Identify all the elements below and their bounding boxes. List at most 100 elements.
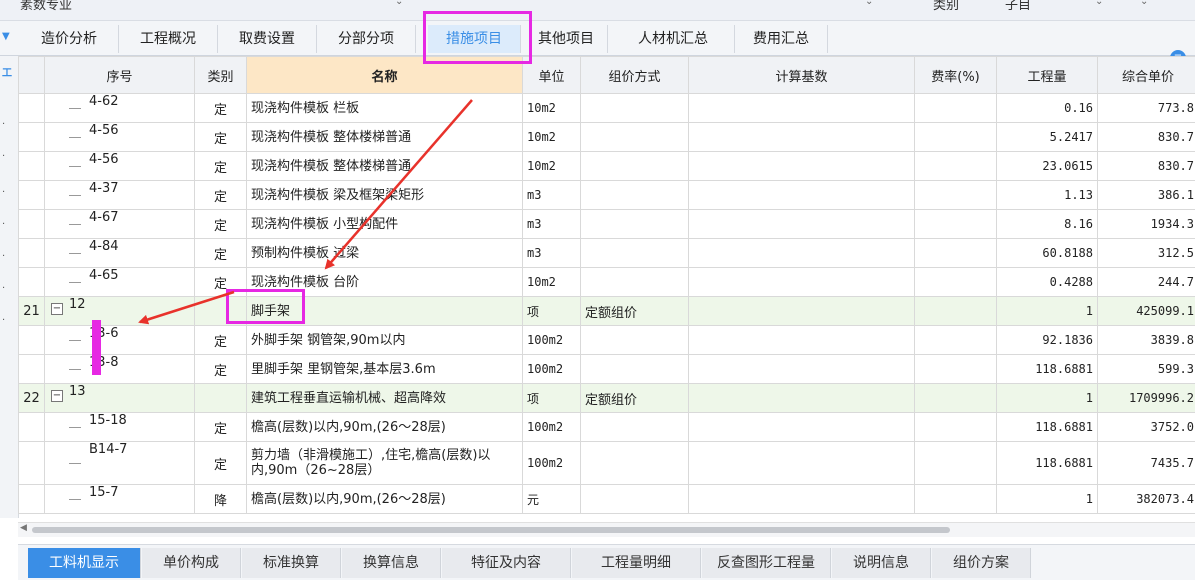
cell-unit[interactable]: 100m2 [523, 355, 581, 384]
cell-category[interactable]: 定 [195, 326, 247, 355]
cell-pricing-method[interactable] [581, 485, 689, 514]
cell-calc-base[interactable] [689, 152, 915, 181]
header-pricing-method[interactable]: 组价方式 [581, 57, 689, 94]
cell-rate[interactable] [915, 355, 997, 384]
cell-name[interactable]: 现浇构件模板 整体楼梯普通 [247, 123, 523, 152]
cell-name[interactable]: 现浇构件模板 栏板 [247, 94, 523, 123]
cell-quantity[interactable]: 60.8188 [997, 239, 1098, 268]
cell-unit[interactable]: 10m2 [523, 123, 581, 152]
table-row[interactable]: 4-65定现浇构件模板 台阶10m20.4288244.7 [19, 268, 1195, 297]
cell-rate[interactable] [915, 94, 997, 123]
cell-quantity[interactable]: 0.16 [997, 94, 1098, 123]
cell-calc-base[interactable] [689, 181, 915, 210]
cell-name[interactable]: 檐高(层数)以内,90m,(26～28层) [247, 485, 523, 514]
tab-other-items[interactable]: 其他项目 [525, 25, 608, 53]
cell-category[interactable]: 定 [195, 94, 247, 123]
cell-sequence[interactable]: −12 [45, 297, 195, 326]
cell-calc-base[interactable] [689, 268, 915, 297]
cell-quantity[interactable]: 8.16 [997, 210, 1098, 239]
tab-project-overview[interactable]: 工程概况 [119, 25, 218, 53]
table-row[interactable]: 15-7降檐高(层数)以内,90m,(26～28层)元1382073.4 [19, 485, 1195, 514]
table-row[interactable]: 15-18定檐高(层数)以内,90m,(26～28层)100m2118.6881… [19, 413, 1195, 442]
collapse-toggle-icon[interactable]: − [51, 303, 63, 315]
cell-unit-price[interactable]: 3752.0 [1098, 413, 1195, 442]
cell-unit[interactable]: 10m2 [523, 94, 581, 123]
cell-row-index[interactable] [19, 94, 45, 123]
cell-sequence[interactable]: 4-56 [45, 152, 195, 181]
table-row[interactable]: 4-67定现浇构件模板 小型构配件m38.161934.3 [19, 210, 1195, 239]
cell-row-index[interactable] [19, 485, 45, 514]
btab-standard-conversion[interactable]: 标准换算 [242, 548, 341, 578]
cell-calc-base[interactable] [689, 239, 915, 268]
cell-quantity[interactable]: 1.13 [997, 181, 1098, 210]
cell-quantity[interactable]: 1 [997, 485, 1098, 514]
cell-category[interactable]: 定 [195, 152, 247, 181]
cell-rate[interactable] [915, 326, 997, 355]
cell-calc-base[interactable] [689, 210, 915, 239]
cell-unit[interactable]: m3 [523, 210, 581, 239]
cell-unit[interactable]: 项 [523, 297, 581, 326]
btab-description-info[interactable]: 说明信息 [832, 548, 931, 578]
cell-category[interactable] [195, 384, 247, 413]
cell-pricing-method[interactable] [581, 181, 689, 210]
table-row[interactable]: 4-56定现浇构件模板 整体楼梯普通10m223.0615830.7 [19, 152, 1195, 181]
cell-quantity[interactable]: 1 [997, 384, 1098, 413]
cell-category[interactable]: 定 [195, 181, 247, 210]
toolbar-subitem-label[interactable]: 子目 [1005, 0, 1031, 13]
tab-cost-summary[interactable]: 费用汇总 [735, 25, 828, 53]
cell-pricing-method[interactable]: 定额组价 [581, 297, 689, 326]
table-group-row[interactable]: 22−13建筑工程垂直运输机械、超高降效项定额组价11709996.2 [19, 384, 1195, 413]
cell-name[interactable]: 里脚手架 里钢管架,基本层3.6m [247, 355, 523, 384]
cell-quantity[interactable]: 118.6881 [997, 442, 1098, 485]
cell-unit[interactable]: 项 [523, 384, 581, 413]
cell-category[interactable]: 定 [195, 355, 247, 384]
cell-unit-price[interactable]: 1709996.2 [1098, 384, 1195, 413]
cell-category[interactable]: 降 [195, 485, 247, 514]
btab-labor-material-display[interactable]: 工料机显示 [28, 548, 141, 578]
cell-sequence[interactable]: B14-7 [45, 442, 195, 485]
cell-pricing-method[interactable] [581, 326, 689, 355]
cell-sequence[interactable]: 4-62 [45, 94, 195, 123]
cell-rate[interactable] [915, 152, 997, 181]
table-row[interactable]: 4-56定现浇构件模板 整体楼梯普通10m25.2417830.7 [19, 123, 1195, 152]
scroll-left-icon[interactable]: ◀ [20, 523, 27, 533]
cell-pricing-method[interactable] [581, 413, 689, 442]
chevron-down-icon[interactable]: ⌄ [395, 0, 403, 7]
cell-pricing-method[interactable]: 定额组价 [581, 384, 689, 413]
cell-calc-base[interactable] [689, 123, 915, 152]
cell-pricing-method[interactable] [581, 268, 689, 297]
cell-rate[interactable] [915, 181, 997, 210]
cell-unit[interactable]: m3 [523, 181, 581, 210]
cell-unit[interactable]: m3 [523, 239, 581, 268]
cell-row-index[interactable] [19, 355, 45, 384]
cell-row-index[interactable] [19, 152, 45, 181]
cell-row-index[interactable] [19, 326, 45, 355]
cell-quantity[interactable]: 118.6881 [997, 355, 1098, 384]
cell-sequence[interactable]: 15-7 [45, 485, 195, 514]
cell-unit-price[interactable]: 830.7 [1098, 123, 1195, 152]
toolbar-profession-label[interactable]: 素数专业 [20, 0, 72, 13]
cell-unit[interactable]: 10m2 [523, 152, 581, 181]
chevron-down-icon[interactable]: ⌄ [1140, 0, 1148, 7]
cell-sequence[interactable]: 4-56 [45, 123, 195, 152]
cell-sequence[interactable]: 13-6 [45, 326, 195, 355]
cell-row-index[interactable]: 21 [19, 297, 45, 326]
table-row[interactable]: 4-84定预制构件模板 过梁m360.8188312.5 [19, 239, 1195, 268]
tab-fee-settings[interactable]: 取费设置 [218, 25, 317, 53]
btab-pricing-scheme[interactable]: 组价方案 [932, 548, 1031, 578]
header-calc-base[interactable]: 计算基数 [689, 57, 915, 94]
cell-row-index[interactable] [19, 123, 45, 152]
cell-name[interactable]: 预制构件模板 过梁 [247, 239, 523, 268]
header-quantity[interactable]: 工程量 [997, 57, 1098, 94]
cell-name[interactable]: 剪力墙（非滑模施工）,住宅,檐高(层数)以内,90m（26~28层） [247, 442, 523, 485]
cell-category[interactable]: 定 [195, 442, 247, 485]
btab-quantity-details[interactable]: 工程量明细 [572, 548, 701, 578]
cell-row-index[interactable] [19, 268, 45, 297]
cell-sequence[interactable]: 13-8 [45, 355, 195, 384]
cell-calc-base[interactable] [689, 384, 915, 413]
table-row[interactable]: B14-7定剪力墙（非滑模施工）,住宅,檐高(层数)以内,90m（26~28层）… [19, 442, 1195, 485]
horizontal-scrollbar[interactable]: ◀ [18, 522, 1195, 537]
cell-row-index[interactable] [19, 442, 45, 485]
header-row-index[interactable] [19, 57, 45, 94]
cell-unit-price[interactable]: 7435.7 [1098, 442, 1195, 485]
